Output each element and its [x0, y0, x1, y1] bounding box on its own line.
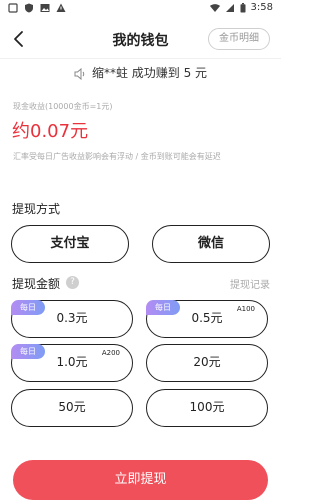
notice-text: 缩**蛀 成功赚到 5 元 [91, 66, 208, 80]
amount-label: 1.0元 [56, 355, 88, 369]
header-divider [0, 58, 281, 59]
battery-icon [240, 2, 246, 13]
balance-value: 约0.07元 [12, 121, 89, 142]
withdraw-now-button[interactable]: 立即提现 [13, 460, 268, 500]
daily-badge: 每日 [11, 344, 45, 359]
header: 我的钱包 金币明细 [0, 24, 281, 54]
amount-label: 100元 [189, 400, 225, 414]
shield-icon [25, 3, 33, 13]
amount-option-0.5[interactable]: 每日 A100 0.5元 [146, 300, 268, 338]
speaker-icon [74, 67, 85, 80]
amount-option-50[interactable]: 50元 [11, 389, 133, 427]
notification-icon [8, 3, 18, 13]
alipay-option-button[interactable]: 支付宝 [11, 225, 129, 263]
amount-label: 0.3元 [56, 311, 88, 325]
gold-detail-button[interactable]: 金币明细 [208, 28, 270, 50]
status-time: 3:58 [250, 2, 273, 13]
wechat-option-button[interactable]: 微信 [152, 225, 270, 263]
wifi-icon [209, 3, 220, 12]
amount-tag: A100 [236, 305, 255, 313]
status-icons-right: 3:58 [209, 2, 273, 13]
daily-badge: 每日 [11, 300, 45, 315]
withdraw-amount-title: 提现金额 [12, 277, 61, 291]
amount-option-100[interactable]: 100元 [146, 389, 268, 427]
status-bar: 3:58 [0, 0, 281, 18]
signal-icon [225, 3, 234, 12]
help-icon[interactable]: ? [66, 276, 79, 289]
withdraw-method-title: 提现方式 [12, 202, 61, 216]
amount-tag: A200 [101, 349, 120, 357]
rate-note: 汇率受每日广告收益影响会有浮动 / 金币到账可能会有延迟 [13, 152, 221, 161]
daily-badge: 每日 [146, 300, 180, 315]
amount-label: 0.5元 [191, 311, 223, 325]
amount-label: 20元 [193, 355, 221, 369]
amount-option-0.3[interactable]: 每日 0.3元 [11, 300, 133, 338]
amount-label: 50元 [58, 400, 86, 414]
amount-option-20[interactable]: 20元 [146, 344, 268, 382]
notice-bar: 缩**蛀 成功赚到 5 元 [0, 64, 281, 82]
balance-label: 现金收益(10000金币=1元) [13, 102, 113, 111]
image-icon [40, 4, 50, 12]
withdraw-record-link[interactable]: 提现记录 [230, 276, 270, 291]
alert-icon [56, 3, 66, 12]
amount-option-1.0[interactable]: 每日 A200 1.0元 [11, 344, 133, 382]
status-icons-left [8, 3, 66, 13]
